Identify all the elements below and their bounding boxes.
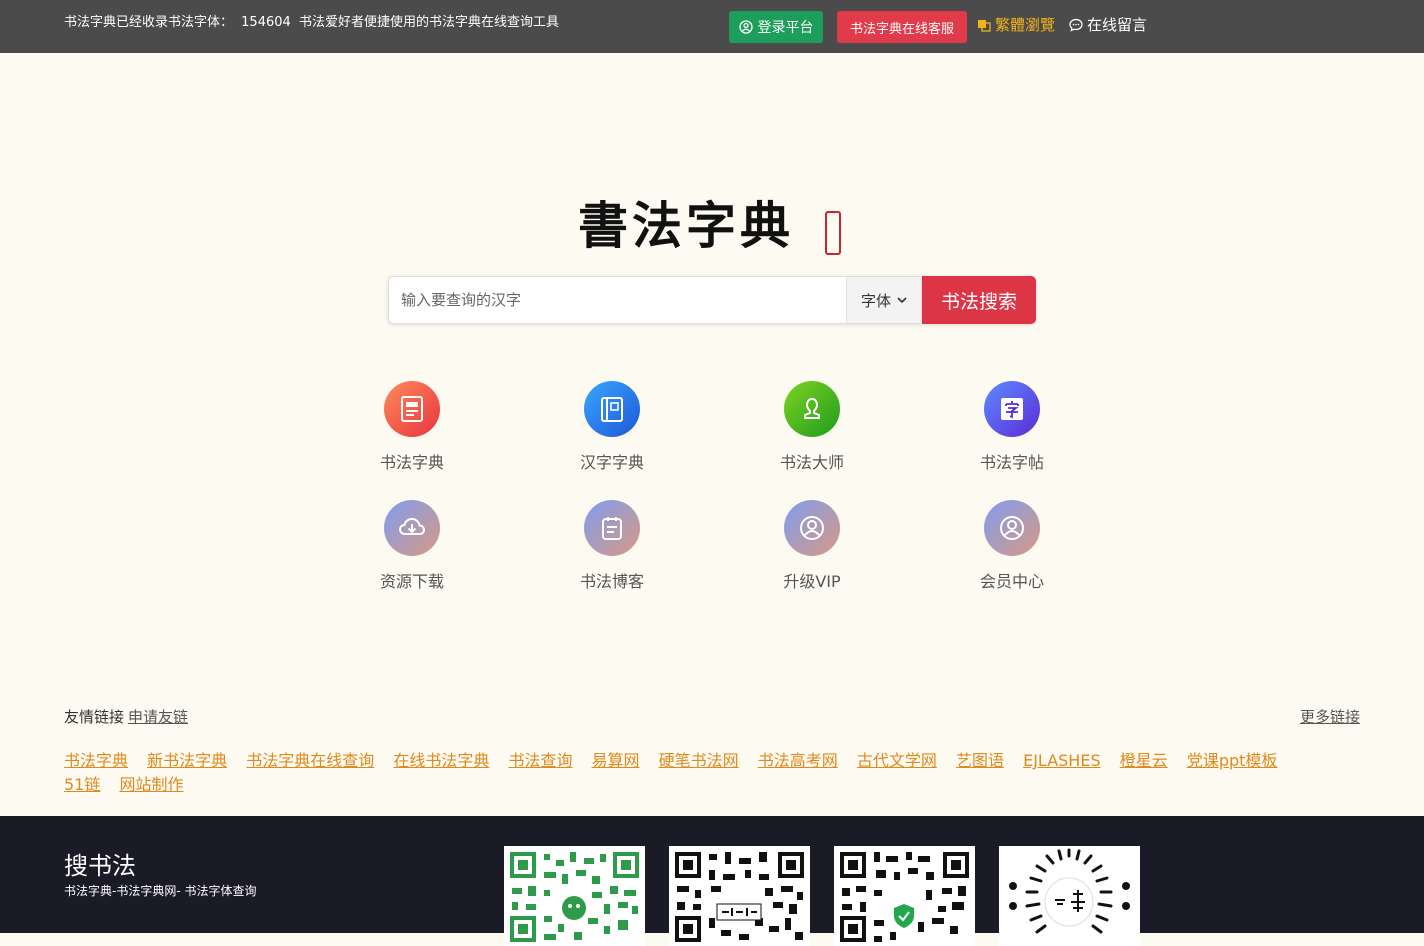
tile-chinese-dictionary[interactable]: 汉字字典: [552, 381, 672, 481]
stats-prefix: 书法字典已经收录书法字体：: [64, 15, 234, 30]
font-style-select[interactable]: 字体: [846, 276, 922, 324]
login-button[interactable]: 登录平台: [729, 11, 823, 43]
translate-icon: [978, 19, 991, 32]
message-label: 在线留言: [1087, 16, 1148, 34]
tile-label: 书法字典: [379, 453, 444, 472]
apply-friend-link[interactable]: 申请友链: [128, 708, 188, 726]
friend-links-list: 书法字典 新书法字典 书法字典在线查询 在线书法字典 书法查询 易算网 硬笔书法…: [64, 749, 1294, 797]
friend-link[interactable]: 橙星云: [1120, 751, 1168, 770]
tile-member-center[interactable]: 会员中心: [952, 500, 1072, 600]
site-stats: 书法字典已经收录书法字体： 154604 书法爱好者便捷使用的书法字典在线查询工…: [64, 11, 563, 30]
friend-link[interactable]: 网站制作: [119, 775, 183, 794]
chevron-down-icon: [897, 297, 907, 304]
tile-label: 书法字帖: [979, 453, 1044, 472]
login-label: 登录平台: [757, 20, 814, 36]
top-bar: 书法字典已经收录书法字体： 154604 书法爱好者便捷使用的书法字典在线查询工…: [0, 0, 1424, 53]
friend-link[interactable]: 新书法字典: [147, 751, 227, 770]
tile-upgrade-vip[interactable]: 升级VIP: [752, 500, 872, 600]
chat-bubble-icon: [1069, 18, 1083, 32]
mini-program-code: [999, 846, 1140, 946]
search-button[interactable]: 书法搜索: [922, 276, 1036, 324]
tile-calligraphy-dictionary[interactable]: 书法字典: [352, 381, 472, 481]
user-circle-icon: [738, 20, 753, 34]
footer-brand: 搜书法: [64, 852, 136, 880]
stats-suffix: 书法爱好者便捷使用的书法字典在线查询工具: [298, 15, 559, 30]
friend-link[interactable]: 党课ppt模板: [1187, 751, 1278, 770]
friend-links-title: 友情链接: [64, 708, 125, 726]
friend-link[interactable]: 书法高考网: [758, 751, 838, 770]
book-icon: [584, 381, 640, 437]
friend-link[interactable]: 书法字典: [64, 751, 128, 770]
search-bar: 字体 书法搜索: [388, 276, 1036, 324]
friend-link[interactable]: EJLASHES: [1023, 751, 1101, 770]
traditional-chinese-link[interactable]: 繁體瀏覽: [977, 14, 1055, 35]
tile-label: 会员中心: [979, 572, 1044, 591]
tile-label: 资源下载: [379, 572, 444, 591]
footer-subtitle: 书法字典-书法字典网- 书法字体查询: [64, 884, 257, 898]
message-link[interactable]: 在线留言: [1069, 14, 1147, 35]
tile-label: 升级VIP: [783, 572, 841, 591]
logo-title: 書法字典: [578, 196, 794, 255]
service-label: 书法字典在线客服: [849, 21, 954, 37]
tile-copybook[interactable]: 书法字帖: [952, 381, 1072, 481]
friend-link[interactable]: 硬笔书法网: [659, 751, 739, 770]
friend-link[interactable]: 51链: [64, 775, 100, 794]
friend-links-header: 友情链接 申请友链: [64, 706, 188, 727]
notepad-icon: [584, 500, 640, 556]
person-icon: [784, 381, 840, 437]
more-links[interactable]: 更多链接: [1300, 706, 1360, 727]
document-icon: [384, 381, 440, 437]
seal-stamp-icon: [825, 211, 841, 255]
footer: 搜书法 书法字典-书法字典网- 书法字体查询: [0, 816, 1424, 946]
online-service-button[interactable]: 书法字典在线客服: [837, 11, 967, 43]
character-icon: [984, 381, 1040, 437]
tile-label: 书法大师: [779, 453, 844, 472]
tile-calligraphy-masters[interactable]: 书法大师: [752, 381, 872, 481]
tile-label: 书法博客: [579, 572, 644, 591]
app-qr-code: [669, 846, 810, 946]
friend-link[interactable]: 艺图语: [956, 751, 1004, 770]
tile-label: 汉字字典: [579, 453, 644, 472]
tile-calligraphy-blog[interactable]: 书法博客: [552, 500, 672, 600]
friend-link[interactable]: 易算网: [592, 751, 640, 770]
traditional-label: 繁體瀏覽: [995, 16, 1056, 34]
friend-link[interactable]: 书法字典在线查询: [246, 751, 374, 770]
friend-link[interactable]: 在线书法字典: [393, 751, 489, 770]
friend-link[interactable]: 书法查询: [508, 751, 572, 770]
user-circle-icon: [984, 500, 1040, 556]
search-input[interactable]: [388, 276, 846, 324]
cloud-download-icon: [384, 500, 440, 556]
site-logo[interactable]: 書法字典: [578, 193, 848, 259]
wechat-qr-code: [504, 846, 645, 946]
stats-count: 154604: [241, 15, 291, 30]
security-qr-code: [834, 846, 975, 946]
select-value: 字体: [860, 291, 891, 310]
user-circle-icon: [784, 500, 840, 556]
friend-link[interactable]: 古代文学网: [857, 751, 937, 770]
tile-resource-download[interactable]: 资源下载: [352, 500, 472, 600]
search-button-label: 书法搜索: [940, 290, 1017, 313]
